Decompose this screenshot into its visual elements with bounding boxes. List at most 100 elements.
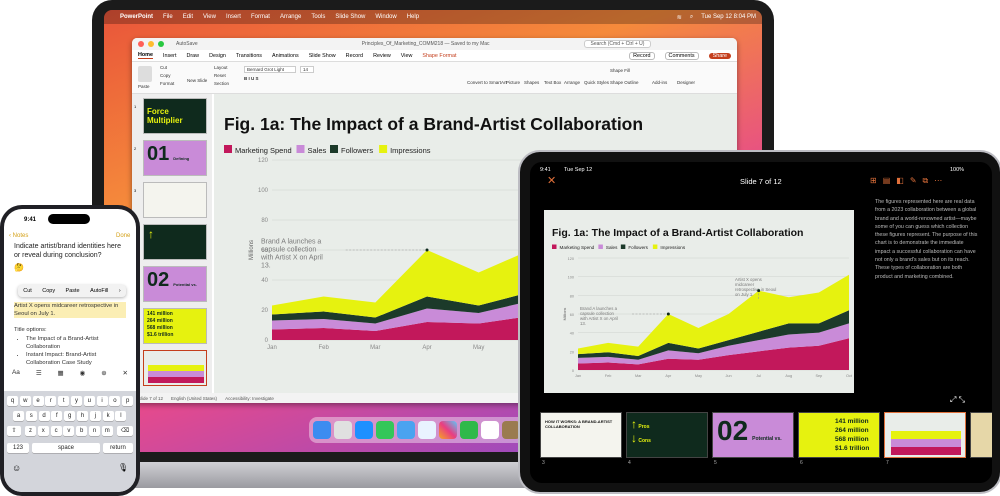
bold-icon[interactable]: B I U S [244,76,259,81]
search-icon[interactable]: ⌕ [690,14,693,21]
shapes-button[interactable]: Shapes [524,80,539,85]
tab-draw[interactable]: Draw [186,53,199,59]
expand-icon[interactable]: ⤢ ⤡ [950,395,965,405]
picture-button[interactable]: Picture [506,80,520,85]
cut-button[interactable]: Cut [160,65,167,70]
zoom-icon[interactable] [158,41,164,47]
paste-menu-item[interactable]: Paste [66,288,80,294]
ipad-toolbar-icons[interactable]: ⊞▤◧✎⧉⋯ [870,176,948,186]
menu-file[interactable]: File [163,14,173,20]
key-c[interactable]: c [50,426,62,436]
key-t[interactable]: t [58,396,70,406]
key-k[interactable]: k [102,411,114,421]
more-icon[interactable]: › [119,288,121,294]
menu-format[interactable]: Format [251,14,270,20]
autosave-label[interactable]: AutoSave [176,41,198,47]
tab-review[interactable]: Review [373,53,391,59]
key-f[interactable]: f [51,411,63,421]
shift-key[interactable]: ⇧ [7,426,21,436]
launchpad-icon[interactable] [334,421,352,439]
app-menu[interactable]: PowerPoint [120,14,153,20]
key-x[interactable]: x [37,426,49,436]
convert-smartart-button[interactable]: Convert to SmartArt [467,80,507,85]
copy-button[interactable]: Copy [160,73,171,78]
key-m[interactable]: m [101,426,113,436]
ithumb-5[interactable]: 02Potential vs. Impact [712,412,794,458]
menu-view[interactable]: View [203,14,216,20]
share-button[interactable]: Share [708,52,731,59]
table-icon[interactable]: ▦ [58,369,64,381]
space-key[interactable]: space [32,443,100,453]
key-h[interactable]: h [77,411,88,421]
messages-icon[interactable] [376,421,394,439]
close-icon[interactable] [138,41,144,47]
menu-edit[interactable]: Edit [183,14,193,20]
note-question[interactable]: Indicate artist/brand identities here or… [14,242,128,260]
text-format-icon[interactable]: Aa [12,369,20,381]
wifi-icon[interactable]: ≋ [677,14,682,21]
maps-icon[interactable] [418,421,436,439]
designer-button[interactable]: Designer [677,80,695,85]
copy-menu-item[interactable]: Copy [42,288,55,294]
tab-record[interactable]: Record [346,53,363,59]
shape-fill-button[interactable]: Shape Fill [610,68,630,73]
key-a[interactable]: a [13,411,24,421]
finder-icon[interactable] [313,421,331,439]
back-button[interactable]: ‹ Notes [9,233,28,239]
format-painter-button[interactable]: Format [160,81,174,86]
key-r[interactable]: r [45,396,57,406]
thumb-slide-3[interactable] [143,182,207,218]
delete-key[interactable]: ⌫ [117,426,133,436]
autofill-menu-item[interactable]: AutoFill [90,288,108,294]
section-button[interactable]: Section [214,81,229,86]
language-status[interactable]: English (United States) [171,396,217,401]
return-key[interactable]: return [103,443,133,453]
key-v[interactable]: v [63,426,75,436]
numbers-key[interactable]: 123 [7,443,29,453]
tab-view[interactable]: View [401,53,413,59]
key-j[interactable]: j [89,411,101,421]
tab-animations[interactable]: Animations [272,53,299,59]
thumb-slide-4[interactable]: ↑ [143,224,207,260]
font-size-select[interactable]: 14 [300,66,314,73]
list-item[interactable]: The Impact of a Brand-Artist Collaborati… [26,335,126,351]
paste-button[interactable]: Paste [138,84,150,89]
arrange-button[interactable]: Arrange [564,80,580,85]
accessibility-status[interactable]: Accessibility: Investigate [225,396,274,401]
shape-outline-button[interactable]: Shape Outline [610,80,639,85]
thumb-slide-7[interactable] [143,350,207,386]
close-keyboard-icon[interactable]: ✕ [123,369,128,381]
font-select[interactable]: Bernard Grot Light [244,66,296,73]
key-i[interactable]: i [96,396,108,406]
menubar-clock[interactable]: Tue Sep 12 8:04 PM [701,14,756,21]
thumb-slide-5[interactable]: 02Potential vs. Impact [143,266,207,302]
key-y[interactable]: y [71,396,82,406]
key-p[interactable]: p [122,396,134,406]
textbox-button[interactable]: Text Box [544,80,561,85]
new-slide-button[interactable]: New Slide [187,78,207,83]
menu-slideshow[interactable]: Slide Show [335,14,365,20]
close-icon[interactable]: ✕ [547,174,556,187]
key-s[interactable]: s [25,411,37,421]
safari-icon[interactable] [355,421,373,439]
paste-icon[interactable] [138,66,152,82]
thumb-slide-1[interactable]: Force Multiplier [143,98,207,134]
facetime-icon[interactable] [460,421,478,439]
tab-home[interactable]: Home [138,52,153,59]
key-e[interactable]: e [32,396,44,406]
key-w[interactable]: w [19,396,31,406]
key-l[interactable]: l [115,411,127,421]
notes-icon[interactable] [502,421,520,439]
microphone-icon[interactable]: 🎙 [118,463,128,472]
quick-styles-button[interactable]: Quick Styles [584,80,609,85]
mail-icon[interactable] [397,421,415,439]
key-o[interactable]: o [109,396,121,406]
ithumb-7[interactable] [884,412,966,458]
menu-help[interactable]: Help [407,14,419,20]
ithumb-3[interactable]: HOW IT WORKS: A BRAND-ARTIST COLLABORATI… [540,412,622,458]
key-b[interactable]: b [76,426,88,436]
key-d[interactable]: d [38,411,50,421]
markup-icon[interactable]: ⊕ [101,369,106,381]
menu-tools[interactable]: Tools [311,14,325,20]
menu-insert[interactable]: Insert [226,14,241,20]
